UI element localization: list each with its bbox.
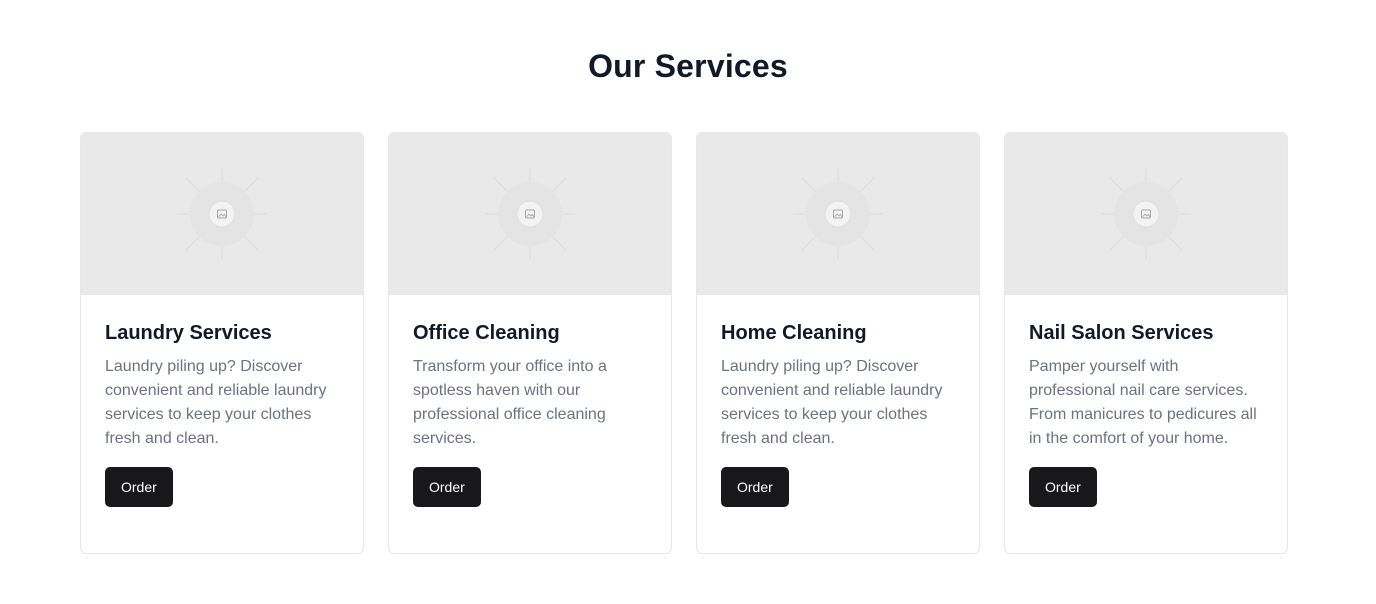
services-card-list: Laundry Services Laundry piling up? Disc… <box>80 132 1288 554</box>
image-placeholder-icon <box>177 169 267 259</box>
card-title: Home Cleaning <box>721 322 867 344</box>
card-description: Laundry piling up? Discover convenient a… <box>721 358 943 447</box>
order-button[interactable]: Order <box>413 467 481 507</box>
card-image-placeholder <box>81 133 363 295</box>
card-body: Home Cleaning Laundry piling up? Discove… <box>697 295 979 553</box>
card-description: Laundry piling up? Discover convenient a… <box>105 358 327 447</box>
service-card-office-cleaning: Office Cleaning Transform your office in… <box>388 132 672 554</box>
service-card-nail-salon: Nail Salon Services Pamper yourself with… <box>1004 132 1288 554</box>
service-card-home-cleaning: Home Cleaning Laundry piling up? Discove… <box>696 132 980 554</box>
card-image-placeholder <box>1005 133 1287 295</box>
card-image-placeholder <box>389 133 671 295</box>
card-title: Laundry Services <box>105 322 272 344</box>
image-placeholder-icon <box>485 169 575 259</box>
card-description: Pamper yourself with professional nail c… <box>1029 358 1257 447</box>
order-button[interactable]: Order <box>721 467 789 507</box>
section-title: Our Services <box>588 48 788 84</box>
card-body: Office Cleaning Transform your office in… <box>389 295 671 553</box>
services-page: Our Services Laundry Services Laundry pi… <box>0 0 1376 604</box>
order-button[interactable]: Order <box>105 467 173 507</box>
card-body: Laundry Services Laundry piling up? Disc… <box>81 295 363 553</box>
card-title: Nail Salon Services <box>1029 322 1214 344</box>
order-button[interactable]: Order <box>1029 467 1097 507</box>
service-card-laundry: Laundry Services Laundry piling up? Disc… <box>80 132 364 554</box>
card-title: Office Cleaning <box>413 322 560 344</box>
card-description: Transform your office into a spotless ha… <box>413 358 607 447</box>
card-body: Nail Salon Services Pamper yourself with… <box>1005 295 1287 553</box>
image-placeholder-icon <box>1101 169 1191 259</box>
card-image-placeholder <box>697 133 979 295</box>
image-placeholder-icon <box>793 169 883 259</box>
